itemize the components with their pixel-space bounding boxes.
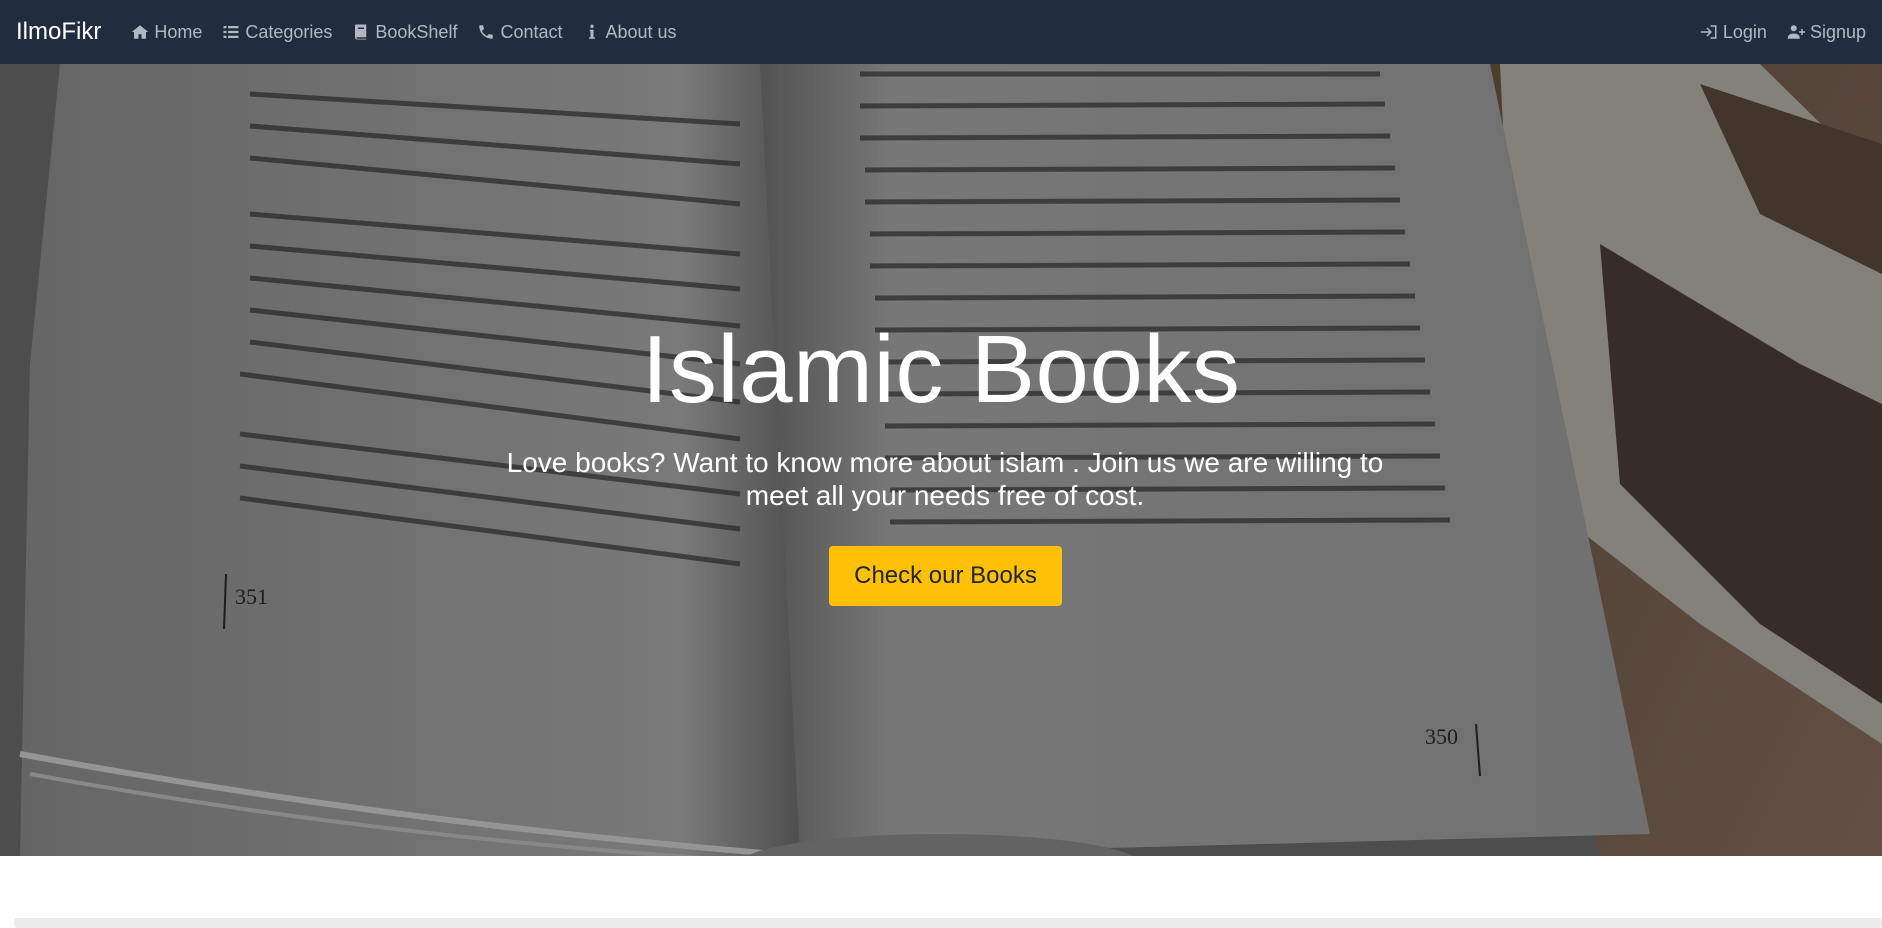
content-card-edge bbox=[14, 918, 1882, 928]
sign-in-icon bbox=[1700, 23, 1718, 41]
home-icon bbox=[131, 23, 149, 41]
nav-home-label: Home bbox=[154, 21, 203, 42]
nav-home[interactable]: Home bbox=[131, 22, 202, 43]
hero-subtitle: Love books? Want to know more about isla… bbox=[506, 447, 1384, 511]
nav-categories[interactable]: Categories bbox=[222, 22, 332, 43]
phone-icon bbox=[477, 23, 495, 41]
nav-login[interactable]: Login bbox=[1700, 22, 1767, 43]
nav-contact[interactable]: Contact bbox=[477, 21, 563, 43]
user-plus-icon bbox=[1787, 23, 1805, 41]
top-navbar: IlmoFikr Home Categories BookShelf Conta… bbox=[0, 0, 1882, 64]
content-area bbox=[0, 856, 1882, 928]
book-icon bbox=[352, 23, 370, 41]
nav-contact-label: Contact bbox=[500, 21, 563, 42]
nav-bookshelf[interactable]: BookShelf bbox=[352, 22, 457, 43]
nav-signup[interactable]: Signup bbox=[1787, 22, 1866, 43]
nav-signup-label: Signup bbox=[1809, 21, 1866, 42]
info-icon bbox=[583, 23, 601, 41]
nav-login-label: Login bbox=[1722, 21, 1767, 42]
nav-left-group: Home Categories BookShelf Contact About … bbox=[131, 22, 696, 43]
nav-categories-label: Categories bbox=[245, 21, 333, 42]
hero-title: Islamic Books bbox=[641, 316, 1241, 423]
check-books-button[interactable]: Check our Books bbox=[829, 546, 1062, 606]
list-icon bbox=[222, 23, 240, 41]
nav-right-group: Login Signup bbox=[1680, 22, 1866, 43]
nav-bookshelf-label: BookShelf bbox=[375, 21, 458, 42]
hero-section: 351 350 Islamic Books Love books? Want t… bbox=[0, 64, 1882, 856]
nav-about[interactable]: About us bbox=[583, 22, 677, 43]
nav-about-label: About us bbox=[605, 21, 677, 42]
brand-logo[interactable]: IlmoFikr bbox=[16, 18, 101, 46]
hero-content: Islamic Books Love books? Want to know m… bbox=[0, 64, 1882, 856]
